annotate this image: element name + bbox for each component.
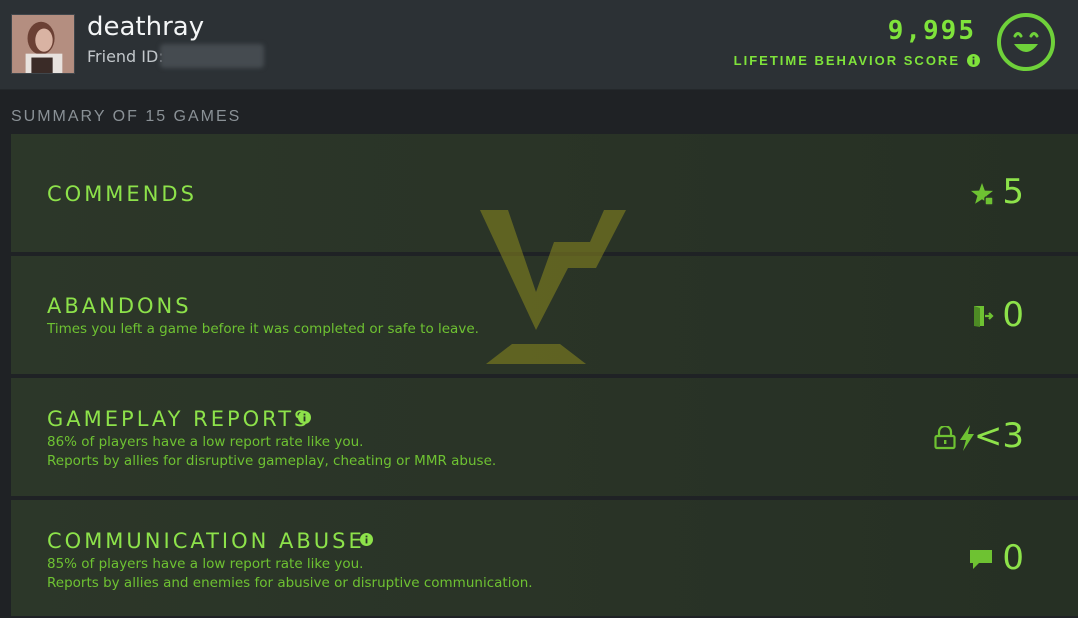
abandons-value: 0 [1002, 295, 1024, 335]
commends-title: COMMENDS [47, 182, 197, 206]
gameplay-reports-value: <3 [973, 416, 1024, 456]
info-icon[interactable] [298, 411, 311, 424]
summary-title: SUMMARY OF 15 GAMES [11, 108, 242, 125]
avatar-image [12, 15, 74, 73]
behavior-score-value: 9,995 [887, 16, 976, 46]
friend-id-redacted [160, 44, 264, 68]
info-icon[interactable] [360, 533, 373, 546]
gameplay-reports-percent: 86% of players have a low report rate li… [47, 434, 364, 450]
rank-emblem-watermark [480, 210, 626, 364]
commends-value: 5 [1002, 172, 1024, 212]
communication-abuse-panel: COMMUNICATION ABUSE 85% of players have … [11, 500, 1078, 618]
star-commend-icon [971, 183, 994, 206]
lock-icon [934, 426, 956, 450]
gameplay-reports-description: Reports by allies for disruptive gamepla… [47, 453, 497, 469]
gameplay-reports-title: GAMEPLAY REPORTS [47, 407, 311, 431]
friend-id-label: Friend ID: [87, 47, 164, 66]
abandons-title: ABANDONS [47, 294, 192, 318]
username: deathray [87, 12, 205, 42]
communication-abuse-description: Reports by allies and enemies for abusiv… [47, 575, 533, 591]
profile-header: deathray Friend ID: 9,995 LIFETIME BEHAV… [0, 0, 1078, 90]
communication-abuse-percent: 85% of players have a low report rate li… [47, 556, 364, 572]
door-exit-icon [974, 306, 994, 327]
smiley-face-icon [997, 13, 1055, 71]
communication-abuse-title: COMMUNICATION ABUSE [47, 529, 365, 553]
communication-abuse-value: 0 [1002, 538, 1024, 578]
info-icon[interactable] [967, 54, 980, 67]
avatar[interactable] [11, 14, 75, 74]
behavior-score-label: LIFETIME BEHAVIOR SCORE [733, 53, 960, 68]
lightning-icon [960, 425, 974, 451]
abandons-description: Times you left a game before it was comp… [47, 321, 479, 337]
chat-bubble-icon [970, 550, 992, 569]
gameplay-reports-panel: GAMEPLAY REPORTS 86% of players have a l… [11, 378, 1078, 498]
